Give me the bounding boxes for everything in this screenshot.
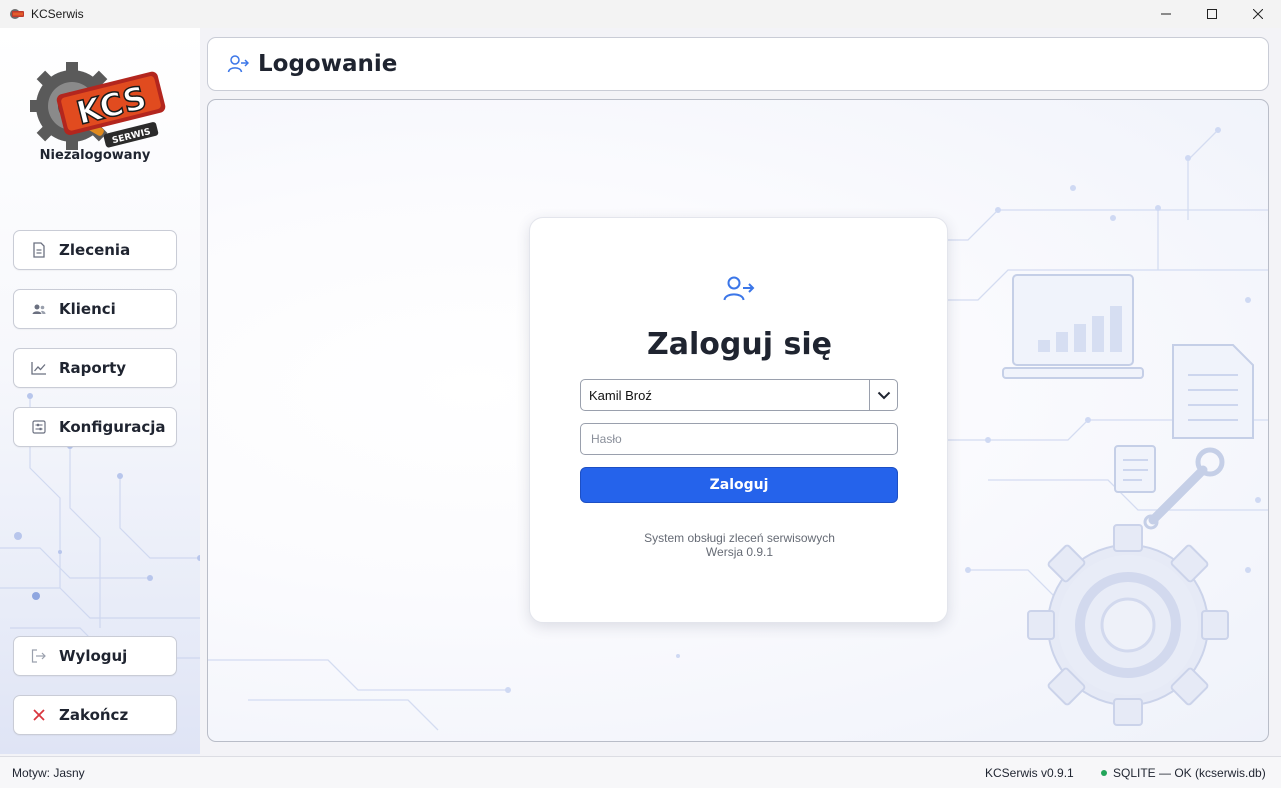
nav-label: Zlecenia	[59, 241, 131, 259]
nav-button-klienci[interactable]: Klienci	[13, 289, 177, 329]
page-header: Logowanie	[207, 37, 1269, 91]
close-window-button[interactable]	[1235, 0, 1281, 28]
app-logo-icon	[10, 9, 24, 19]
minimize-icon	[1161, 13, 1171, 15]
logout-button[interactable]: Wyloguj	[13, 636, 177, 676]
user-select-value: Kamil Broź	[589, 387, 652, 403]
app-info: System obsługi zleceń serwisowych Wersja…	[530, 531, 949, 559]
nav-button-zlecenia[interactable]: Zlecenia	[13, 230, 177, 270]
maximize-icon	[1207, 9, 1217, 19]
dropdown-toggle[interactable]	[869, 380, 897, 410]
maximize-button[interactable]	[1189, 0, 1235, 28]
chart-line-icon	[31, 360, 47, 376]
app-version: Wersja 0.9.1	[705, 545, 774, 559]
nav-label: Konfiguracja	[59, 418, 166, 436]
nav-button-raporty[interactable]: Raporty	[13, 348, 177, 388]
db-status: SQLITE — OK (kcserwis.db)	[1101, 766, 1266, 780]
version-label: KCSerwis v0.9.1	[985, 766, 1074, 780]
status-dot-icon	[1101, 770, 1107, 776]
document-icon	[31, 242, 47, 258]
app-description: System obsługi zleceń serwisowych	[644, 531, 835, 545]
status-bar: Motyw: Jasny KCSerwis v0.9.1 SQLITE — OK…	[0, 756, 1281, 788]
main-content-panel: Zaloguj się Kamil Broź Zaloguj System ob…	[207, 99, 1269, 742]
quit-button[interactable]: Zakończ	[13, 695, 177, 735]
theme-label: Motyw: Jasny	[12, 766, 85, 780]
nav-label: Raporty	[59, 359, 127, 377]
db-status-text: SQLITE — OK (kcserwis.db)	[1113, 766, 1266, 780]
sidebar: KCS SERWIS Niezalogowany Zlecenia Klienc…	[0, 28, 200, 754]
close-icon	[1253, 9, 1263, 19]
user-login-icon	[723, 276, 755, 301]
user-status-label: Niezalogowany	[39, 148, 151, 163]
title-bar: KCSerwis	[0, 0, 1281, 28]
logout-icon	[31, 648, 47, 664]
password-field[interactable]	[580, 423, 898, 455]
nav-label: Wyloguj	[59, 647, 128, 665]
login-submit-button[interactable]: Zaloguj	[580, 467, 898, 503]
login-card: Zaloguj się Kamil Broź Zaloguj System ob…	[529, 217, 948, 623]
nav-button-konfiguracja[interactable]: Konfiguracja	[13, 407, 177, 447]
user-login-icon	[227, 55, 249, 73]
user-select-dropdown[interactable]: Kamil Broź	[580, 379, 898, 411]
nav-label: Zakończ	[59, 706, 129, 724]
users-icon	[31, 301, 47, 317]
close-x-icon	[31, 707, 47, 723]
kcs-serwis-logo: KCS SERWIS	[30, 62, 166, 150]
chevron-down-icon	[877, 391, 890, 399]
nav-label: Klienci	[59, 300, 116, 318]
login-title: Zaloguj się	[647, 327, 832, 362]
sliders-icon	[31, 419, 47, 435]
page-title: Logowanie	[258, 51, 398, 77]
minimize-button[interactable]	[1143, 0, 1189, 28]
window-title: KCSerwis	[31, 7, 84, 21]
